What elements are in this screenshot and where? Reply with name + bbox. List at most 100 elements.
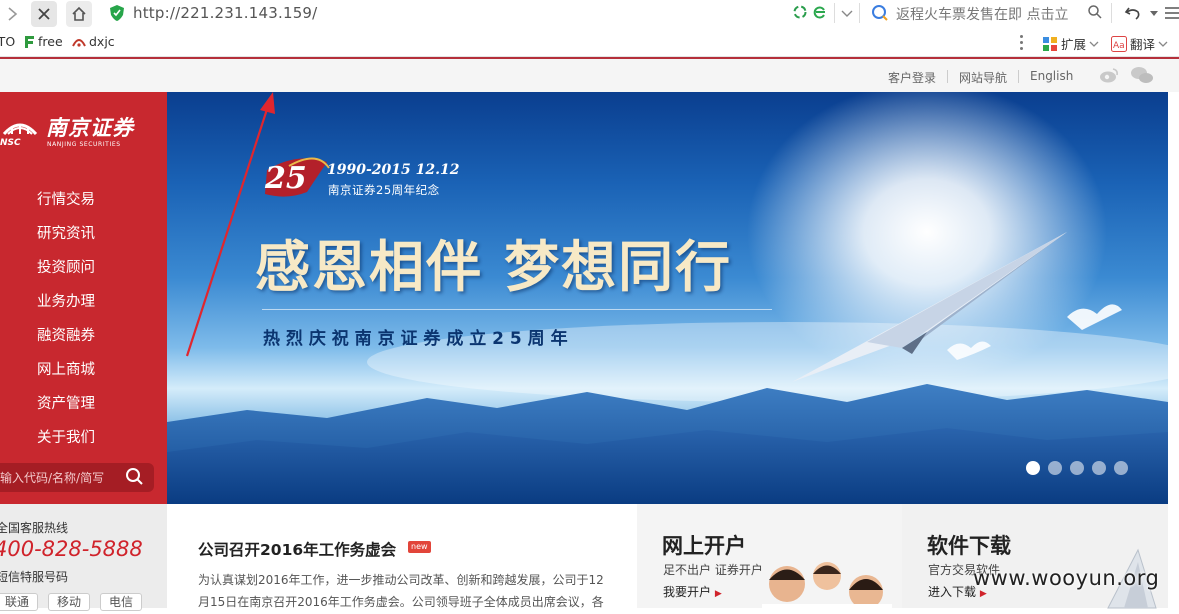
bookmark-item-dxjc[interactable]: dxjc [72, 34, 115, 49]
headline-rule [262, 309, 772, 310]
chevron-down-icon [1089, 41, 1099, 47]
new-badge: new [408, 541, 431, 553]
wechat-icon[interactable] [1130, 66, 1154, 84]
nav-item-asset-mgmt[interactable]: 资产管理 [37, 392, 95, 413]
triangle-right-icon: ▶ [714, 589, 722, 599]
slide-dot-5[interactable] [1114, 461, 1128, 475]
nav-item-market[interactable]: 行情交易 [37, 188, 95, 209]
dxjc-icon [72, 38, 86, 47]
ie-compat-icon[interactable] [812, 4, 828, 20]
slide-dot-1[interactable] [1026, 461, 1040, 475]
hotline-label: 全国客服热线 [0, 521, 69, 535]
divider [1111, 3, 1112, 23]
download-title: 软件下载 [927, 534, 1011, 558]
watermark-text: www.wooyun.org [973, 566, 1160, 590]
search-icon[interactable] [125, 467, 145, 487]
sms-label: 短信特服号码 [0, 570, 69, 584]
anniversary-subtitle: 南京证券25周年纪念 [328, 183, 440, 197]
translate-button[interactable]: Aa 翻译 [1111, 34, 1168, 53]
carrier-unicom-button[interactable]: 联通 [0, 593, 38, 611]
stock-search-input[interactable]: 输入代码/名称/简写 [0, 463, 154, 492]
bookmark-item-free[interactable]: free [23, 34, 63, 49]
download-panel[interactable]: 软件下载 官方交易软件 进入下载 ▶ [902, 504, 1168, 609]
nav-item-about[interactable]: 关于我们 [37, 426, 95, 447]
nav-item-margin[interactable]: 融资融券 [37, 324, 95, 345]
triangle-right-icon: ▶ [979, 589, 987, 599]
news-title[interactable]: 公司召开2016年工作务虚会 [198, 538, 396, 560]
news-body-line-2: 月15日在南京召开2016年工作务虚会。公司领导班子全体成员出席会议，各 [198, 595, 604, 609]
home-button[interactable] [66, 1, 92, 27]
free-icon [25, 35, 34, 48]
carrier-telecom-button[interactable]: 电信 [100, 593, 142, 611]
search-icon[interactable] [1087, 4, 1103, 20]
open-account-link-label: 我要开户 [663, 585, 712, 599]
caret-down-icon[interactable] [1149, 10, 1159, 18]
bookmark-item-1[interactable]: ITO [0, 34, 15, 49]
extensions-icon [1043, 36, 1057, 51]
menu-icon[interactable] [1165, 5, 1179, 21]
slide-dot-4[interactable] [1092, 461, 1106, 475]
search-engine-icon [872, 5, 888, 21]
url-text: http://221.231.143.159/ [133, 4, 318, 22]
close-icon [38, 8, 50, 20]
refresh-icon[interactable] [792, 4, 808, 20]
logo-abbr: NSC [0, 138, 21, 148]
chevron-down-icon [1158, 41, 1168, 47]
customer-login-link[interactable]: 客户登录 [888, 69, 936, 86]
extensions-button[interactable]: 扩展 [1042, 34, 1099, 53]
nav-item-business[interactable]: 业务办理 [37, 290, 95, 311]
svg-text:Aa: Aa [1113, 41, 1125, 51]
page-gutter [1168, 92, 1179, 504]
bookmark-label: ITO [0, 34, 16, 49]
chevron-right-icon [8, 7, 18, 21]
open-account-title: 网上开户 [662, 534, 746, 558]
weibo-icon[interactable] [1098, 66, 1120, 84]
annotation-arrow [185, 92, 275, 357]
slide-dot-2[interactable] [1048, 461, 1062, 475]
home-icon [72, 6, 86, 21]
shield-icon [110, 5, 124, 21]
translate-label: 翻译 [1130, 37, 1156, 52]
site-navigation-link[interactable]: 网站导航 [959, 69, 1007, 86]
undo-icon[interactable] [1124, 4, 1142, 22]
bookmark-label: dxjc [89, 34, 115, 49]
news-panel: 公司召开2016年工作务虚会 new 为认真谋划2016年工作，进一步推动公司改… [167, 504, 637, 609]
banner-subline: 热 烈 庆 祝 南 京 证 券 成 立 2 5 周 年 [263, 329, 568, 349]
slide-dot-3[interactable] [1070, 461, 1084, 475]
site-top-bar: 客户登录 网站导航 English [0, 59, 1179, 92]
hero-banner[interactable]: 25 1990-2015 12.12 南京证券25周年纪念 感恩相伴 梦想同行 … [167, 92, 1168, 504]
nav-item-mall[interactable]: 网上商城 [37, 358, 95, 379]
open-account-subtitle: 足不出户 证券开户 [663, 563, 763, 577]
search-placeholder: 输入代码/名称/简写 [0, 471, 105, 485]
hotline-number: 400-828-5888 [0, 537, 143, 561]
more-icon[interactable] [1020, 35, 1023, 51]
search-placeholder: 返程火车票发售在即 点击立 [896, 7, 1069, 23]
site-logo[interactable]: NSC 南京证券 NANJING SECURITIES [0, 112, 160, 152]
nav-item-advisor[interactable]: 投资顾问 [37, 256, 95, 277]
divider [859, 3, 860, 23]
family-photo [762, 562, 892, 614]
open-account-panel[interactable]: 网上开户 足不出户 证券开户 我要开户 ▶ [637, 504, 902, 614]
address-bar[interactable]: http://221.231.143.159/ [105, 1, 780, 25]
stop-button[interactable] [31, 1, 57, 27]
news-body-line-1: 为认真谋划2016年工作，进一步推动公司改革、创新和跨越发展，公司于12 [198, 573, 604, 587]
slide-indicators [1026, 461, 1130, 475]
bookmarks-bar: ITO free dxjc 扩展 Aa 翻译 [0, 28, 1179, 57]
divider [1018, 70, 1019, 83]
carrier-mobile-button[interactable]: 移动 [48, 593, 90, 611]
open-account-link[interactable]: 我要开户 ▶ [663, 583, 722, 600]
browser-search-input[interactable]: 返程火车票发售在即 点击立 [866, 1, 1110, 25]
extensions-label: 扩展 [1061, 37, 1087, 52]
bookmark-label: free [38, 34, 63, 49]
translate-icon: Aa [1111, 35, 1127, 52]
anniversary-dates: 1990-2015 12.12 [327, 162, 460, 178]
nav-item-research[interactable]: 研究资讯 [37, 222, 95, 243]
browser-toolbar: http://221.231.143.159/ 返程火车票发售在即 点击立 [0, 0, 1179, 28]
english-link[interactable]: English [1030, 69, 1073, 83]
sidebar: NSC 南京证券 NANJING SECURITIES 行情交易 研究资讯 投资… [0, 92, 167, 504]
hotline-panel: 全国客服热线 400-828-5888 短信特服号码 联通 移动 电信 [0, 504, 167, 611]
chevron-down-icon[interactable] [840, 8, 854, 20]
divider [834, 3, 835, 23]
forward-button[interactable] [0, 1, 26, 27]
banner-headline: 感恩相伴 梦想同行 [255, 234, 733, 299]
